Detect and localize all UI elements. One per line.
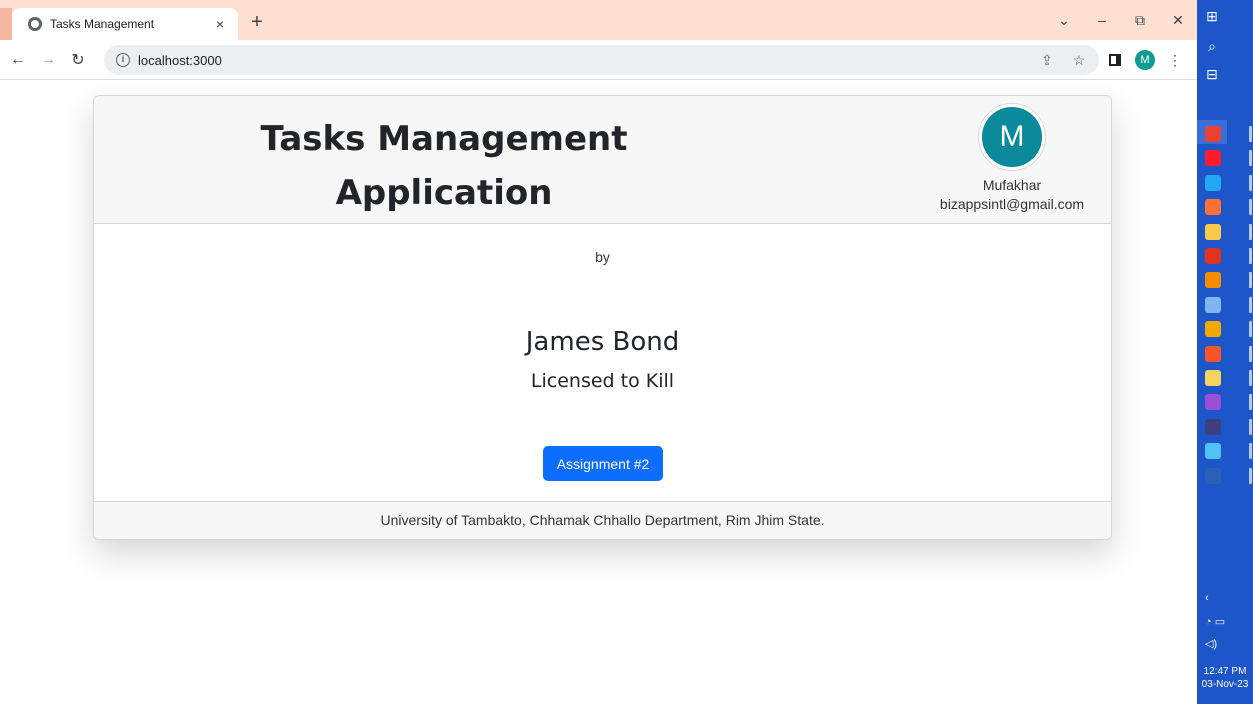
main-card: Tasks Management Application M Mufakhar …: [93, 95, 1112, 540]
file-explorer-icon[interactable]: [1205, 223, 1221, 240]
menu-kebab-icon[interactable]: ⋮: [1161, 52, 1189, 69]
chrome-canary-icon[interactable]: [1205, 321, 1221, 338]
start-icon[interactable]: ⊞: [1197, 8, 1227, 25]
by-label: by: [595, 249, 610, 265]
running-indicator: [1249, 248, 1252, 264]
chrome-icon[interactable]: [1205, 126, 1221, 142]
running-indicator: [1249, 443, 1252, 460]
bookmark-star-icon[interactable]: ☆: [1067, 52, 1091, 69]
tab-close-icon[interactable]: ×: [210, 16, 230, 32]
card-body: by James Bond Licensed to Kill Assignmen…: [94, 224, 1111, 503]
brave-icon[interactable]: [1205, 345, 1221, 362]
author-subtitle: Licensed to Kill: [530, 370, 675, 392]
running-indicator: [1249, 345, 1252, 362]
toolbar-right: M ⋮: [1101, 40, 1189, 80]
web-page: Tasks Management Application M Mufakhar …: [0, 80, 1197, 704]
vscode-icon[interactable]: [1205, 174, 1221, 191]
running-indicator: [1249, 467, 1252, 484]
browser-window: Tasks Management × + ⌄ – ⧉ ✕ ← → ↻ i loc…: [0, 0, 1197, 704]
share-icon[interactable]: ⇪: [1035, 52, 1059, 69]
tab-strip-edge: [0, 8, 12, 40]
windows-taskbar: ⊞ ⌕ ⊟ ‹ ◔ ▭ ◁) 12:47 PM 03-Nov-23: [1197, 0, 1253, 704]
word-icon[interactable]: [1205, 467, 1221, 484]
user-email: bizappsintl@gmail.com: [939, 196, 1085, 212]
task-view-icon[interactable]: ⊟: [1197, 66, 1227, 83]
pdf-reader-icon[interactable]: [1205, 248, 1221, 264]
show-hidden-icons-icon[interactable]: ‹: [1197, 592, 1253, 604]
running-indicator: [1249, 126, 1252, 142]
tab-tasks-management[interactable]: Tasks Management ×: [12, 8, 238, 40]
running-indicator: [1249, 150, 1252, 167]
browser-toolbar: ← → ↻ i localhost:3000 ⇪ ☆ M ⋮: [0, 40, 1197, 80]
remote-desktop-icon[interactable]: [1205, 443, 1221, 460]
app-title: Tasks Management Application: [260, 119, 628, 213]
url-text[interactable]: localhost:3000: [138, 53, 1035, 68]
notepad-icon[interactable]: [1205, 370, 1221, 386]
tab-search-icon[interactable]: ⌄: [1045, 12, 1083, 29]
running-indicator: [1249, 199, 1252, 216]
notes-icon[interactable]: [1205, 296, 1221, 313]
assignment-button[interactable]: Assignment #2: [543, 446, 663, 481]
running-indicator: [1249, 296, 1252, 313]
tab-title: Tasks Management: [50, 17, 155, 31]
minimize-icon[interactable]: –: [1083, 12, 1121, 28]
author-name: James Bond: [525, 327, 680, 357]
running-indicator: [1249, 272, 1252, 289]
address-bar[interactable]: i localhost:3000 ⇪ ☆: [104, 45, 1099, 75]
running-indicator: [1249, 223, 1252, 240]
new-tab-button[interactable]: +: [246, 12, 268, 32]
running-indicator: [1249, 174, 1252, 191]
close-window-icon[interactable]: ✕: [1159, 12, 1197, 29]
card-header: Tasks Management Application M Mufakhar …: [94, 96, 1111, 224]
running-indicator: [1249, 370, 1252, 386]
globe-icon: [28, 17, 42, 31]
reload-icon[interactable]: ↻: [66, 50, 90, 70]
clock-time: 12:47 PM: [1203, 666, 1247, 677]
system-clock[interactable]: 12:47 PM 03-Nov-23: [1197, 665, 1253, 691]
restore-icon[interactable]: ⧉: [1121, 12, 1159, 29]
terminal-icon[interactable]: [1205, 418, 1221, 435]
search-icon[interactable]: ⌕: [1197, 38, 1227, 55]
profile-avatar[interactable]: M: [1135, 50, 1155, 70]
site-info-icon[interactable]: i: [116, 53, 130, 67]
running-indicator: [1249, 418, 1252, 435]
user-avatar[interactable]: M: [979, 104, 1045, 170]
clock-date: 03-Nov-23: [1201, 679, 1249, 690]
card-footer: University of Tambakto, Chhamak Chhallo …: [94, 501, 1111, 539]
visual-studio-icon[interactable]: [1205, 394, 1221, 411]
tab-strip: Tasks Management × + ⌄ – ⧉ ✕: [0, 0, 1197, 40]
running-indicator: [1249, 394, 1252, 411]
user-name: Mufakhar: [982, 177, 1042, 193]
back-icon[interactable]: ←: [6, 51, 30, 69]
user-info: M Mufakhar bizappsintl@gmail.com: [927, 104, 1097, 214]
vlc-icon[interactable]: [1205, 272, 1221, 289]
volume-icon[interactable]: ◁): [1197, 637, 1253, 650]
forward-icon[interactable]: →: [36, 51, 60, 69]
side-panel-icon[interactable]: [1109, 54, 1121, 66]
window-controls: ⌄ – ⧉ ✕: [1045, 0, 1197, 40]
running-indicator: [1249, 321, 1252, 338]
firefox-icon[interactable]: [1205, 199, 1221, 216]
wifi-battery-icon[interactable]: ◔ ▭: [1197, 615, 1253, 628]
opera-icon[interactable]: [1205, 150, 1221, 167]
